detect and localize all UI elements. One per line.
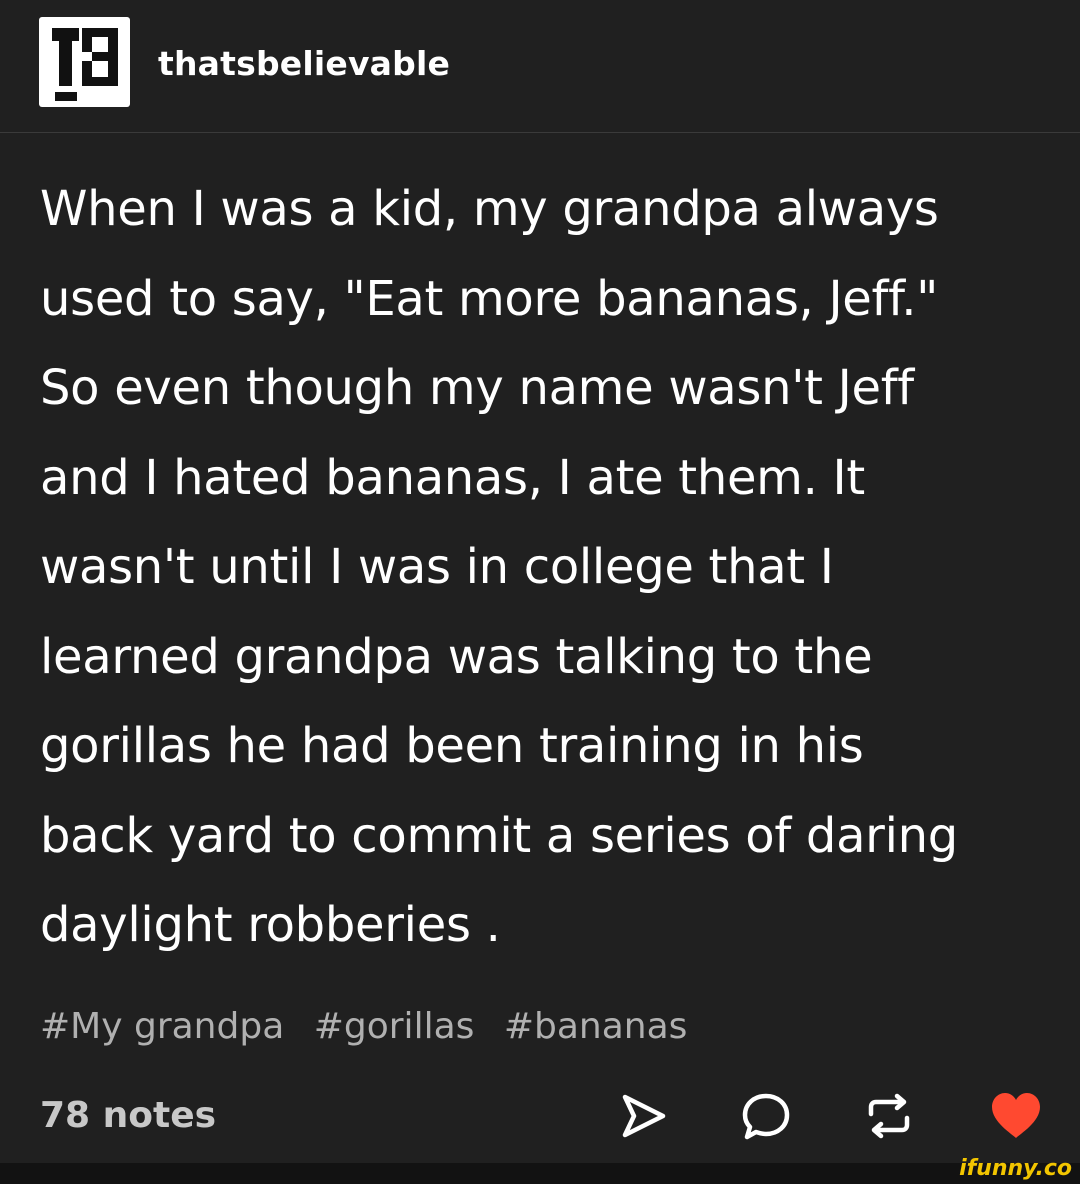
- post-card: thatsbelievable When I was a kid, my gra…: [0, 0, 1080, 1163]
- tag-bananas[interactable]: #bananas: [504, 1006, 688, 1047]
- reblog-icon: [868, 1093, 910, 1139]
- post-body: When I was a kid, my grandpa always used…: [40, 165, 1050, 971]
- share-icon: [622, 1094, 666, 1138]
- blog-avatar[interactable]: [39, 17, 130, 107]
- like-button[interactable]: [988, 1090, 1040, 1142]
- body-line: and I hated bananas, I ate them. It: [40, 449, 865, 506]
- body-line: wasn't until I was in college that I: [40, 539, 834, 595]
- body-line: back yard to commit a series of daring: [40, 807, 958, 864]
- heart-icon: [992, 1093, 1040, 1138]
- share-button[interactable]: [617, 1090, 669, 1142]
- tag-my-grandpa[interactable]: #My grandpa: [40, 1006, 284, 1047]
- body-line: learned grandpa was talking to the: [40, 628, 873, 685]
- ifunny-watermark: ifunny.co: [959, 1156, 1072, 1181]
- reblog-button[interactable]: [863, 1090, 915, 1142]
- body-line: So even though my name wasn't Jeff: [40, 360, 914, 416]
- post-header: thatsbelievable: [0, 0, 1080, 133]
- body-line: daylight robberies .: [40, 897, 501, 953]
- reply-icon: [742, 1093, 790, 1140]
- tag-gorillas[interactable]: #gorillas: [314, 1006, 475, 1047]
- body-line: used to say, "Eat more bananas, Jeff.": [40, 270, 938, 327]
- notes-count[interactable]: 78 notes: [40, 1093, 216, 1139]
- blog-name[interactable]: thatsbelievable: [158, 42, 450, 86]
- reply-button[interactable]: [740, 1090, 792, 1142]
- body-line: When I was a kid, my grandpa always: [40, 181, 939, 237]
- tag-list: #My grandpa #gorillas #bananas: [40, 1004, 705, 1050]
- tb-logo-icon: [52, 28, 118, 101]
- body-line: gorillas he had been training in his: [40, 718, 864, 774]
